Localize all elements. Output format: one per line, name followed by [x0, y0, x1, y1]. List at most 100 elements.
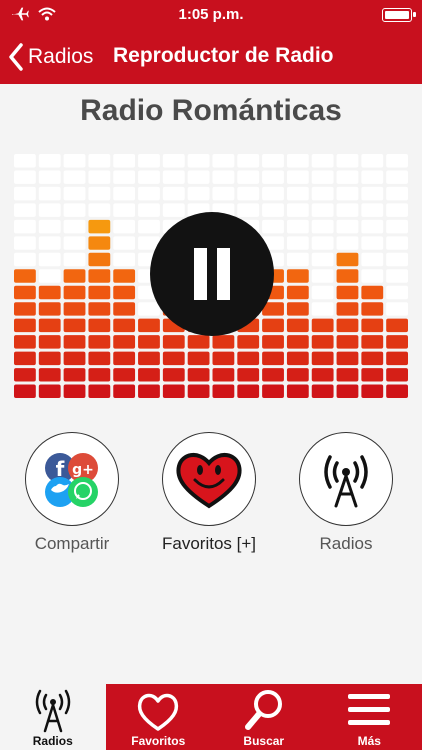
equalizer-cell — [386, 252, 408, 267]
equalizer-cell — [88, 335, 111, 349]
equalizer-cell — [162, 351, 185, 366]
equalizer-cell — [361, 285, 384, 300]
equalizer-cell — [88, 203, 111, 217]
equalizer-cell — [386, 384, 408, 398]
equalizer-cell — [88, 351, 111, 366]
status-time: 1:05 p.m. — [178, 6, 244, 23]
equalizer-cell — [88, 384, 111, 398]
equalizer-cell — [14, 170, 36, 184]
tab-radios[interactable]: Radios — [0, 684, 106, 750]
equalizer-cell — [262, 368, 284, 382]
equalizer-cell — [113, 269, 136, 283]
radios-button[interactable]: Radios — [299, 432, 393, 553]
equalizer-cell — [361, 269, 384, 283]
equalizer-cell — [88, 285, 111, 300]
equalizer-cell — [113, 384, 136, 398]
equalizer-cell — [336, 302, 359, 316]
equalizer-cell — [311, 384, 334, 398]
equalizer-cell — [38, 318, 61, 333]
equalizer-cell — [262, 318, 284, 333]
tab-label: Buscar — [243, 734, 285, 748]
equalizer-cell — [138, 302, 160, 316]
equalizer-cell — [187, 351, 210, 366]
equalizer-cell — [286, 186, 309, 201]
tab-buscar[interactable]: Buscar — [211, 684, 317, 750]
equalizer-cell — [63, 219, 86, 234]
equalizer-cell — [361, 170, 384, 184]
equalizer-cell — [311, 236, 334, 250]
equalizer-cell — [63, 384, 86, 398]
equalizer-cell — [286, 384, 309, 398]
equalizer-cell — [162, 186, 185, 201]
equalizer-cell — [38, 203, 61, 217]
tab-favoritos[interactable]: Favoritos — [106, 684, 212, 750]
pause-button[interactable] — [150, 212, 274, 336]
equalizer-cell — [14, 285, 36, 300]
equalizer-cell — [63, 236, 86, 250]
equalizer-cell — [311, 318, 334, 333]
equalizer-cell — [336, 335, 359, 349]
tab-label: Radios — [32, 734, 73, 748]
equalizer-cell — [212, 368, 235, 382]
equalizer-cell — [336, 219, 359, 234]
equalizer-cell — [88, 154, 111, 168]
equalizer-cell — [187, 186, 210, 201]
equalizer-cell — [336, 203, 359, 217]
equalizer-cell — [88, 252, 111, 267]
equalizer-cell — [187, 368, 210, 382]
equalizer-cell — [386, 368, 408, 382]
equalizer-cell — [138, 170, 160, 184]
equalizer-cell — [14, 154, 36, 168]
equalizer-cell — [113, 302, 136, 316]
equalizer-cell — [14, 351, 36, 366]
equalizer-cell — [262, 203, 284, 217]
equalizer-cell — [113, 368, 136, 382]
equalizer-cell — [311, 186, 334, 201]
share-button[interactable]: f g+ Compartir — [25, 432, 119, 553]
equalizer-cell — [212, 335, 235, 349]
equalizer-cell — [38, 351, 61, 366]
equalizer-cell — [336, 368, 359, 382]
equalizer-cell — [38, 219, 61, 234]
equalizer-cell — [311, 269, 334, 283]
back-label: Radios — [28, 45, 94, 68]
equalizer-cell — [63, 269, 86, 283]
battery-icon — [382, 8, 416, 22]
equalizer-cell — [187, 154, 210, 168]
equalizer-cell — [138, 384, 160, 398]
equalizer-cell — [38, 252, 61, 267]
equalizer-cell — [311, 302, 334, 316]
equalizer-cell — [113, 154, 136, 168]
equalizer-cell — [162, 368, 185, 382]
equalizer-cell — [361, 236, 384, 250]
equalizer-cell — [63, 186, 86, 201]
equalizer-cell — [88, 302, 111, 316]
equalizer-cell — [237, 203, 260, 217]
equalizer-cell — [14, 203, 36, 217]
equalizer-cell — [286, 252, 309, 267]
equalizer-cell — [361, 203, 384, 217]
equalizer-cell — [237, 384, 260, 398]
equalizer-cell — [262, 384, 284, 398]
equalizer-cell — [63, 335, 86, 349]
svg-text:g+: g+ — [72, 462, 94, 478]
equalizer-cell — [361, 384, 384, 398]
equalizer-cell — [386, 219, 408, 234]
equalizer-cell — [262, 170, 284, 184]
nav-bar: Radios Reproductor de Radio — [0, 30, 422, 84]
equalizer-cell — [88, 186, 111, 201]
equalizer-cell — [361, 252, 384, 267]
equalizer-cell — [162, 203, 185, 217]
favorites-add-button[interactable]: Favoritos [+] — [162, 432, 256, 553]
equalizer-cell — [14, 252, 36, 267]
equalizer-cell — [386, 335, 408, 349]
equalizer-cell — [63, 203, 86, 217]
heart-icon — [138, 693, 179, 731]
equalizer-cell — [286, 236, 309, 250]
equalizer-cell — [212, 154, 235, 168]
tab-mas[interactable]: Más — [317, 684, 422, 750]
back-button[interactable]: Radios — [8, 40, 93, 74]
equalizer-cell — [336, 236, 359, 250]
pause-icon — [194, 248, 207, 300]
equalizer-cell — [311, 203, 334, 217]
